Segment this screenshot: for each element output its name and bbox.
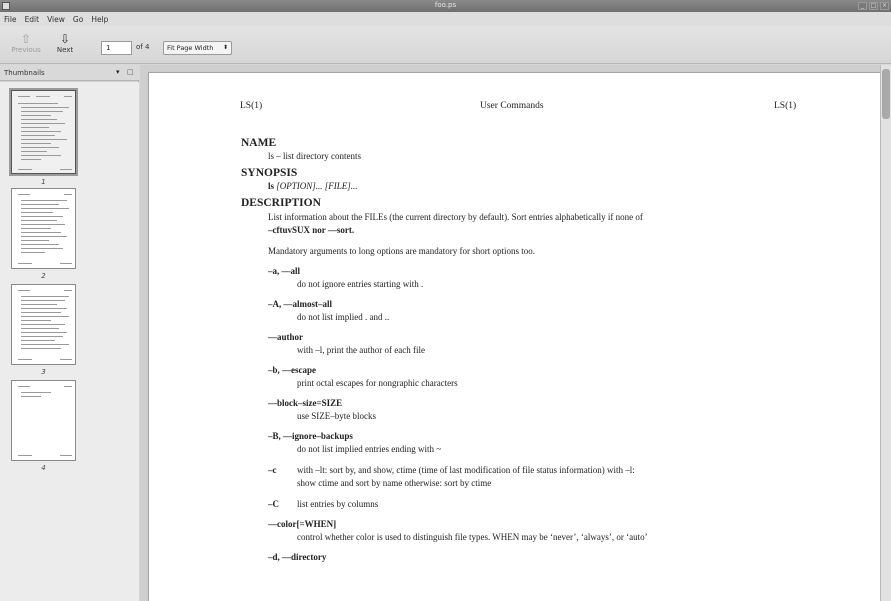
document-view[interactable]: LS(1) User Commands LS(1) NAME ls – list… [140, 65, 880, 601]
thumbnail-page-4[interactable] [11, 380, 76, 461]
option-C-flag: –C [268, 499, 279, 509]
option-c-flag: –c [268, 465, 277, 475]
updown-arrows-icon: ⬍ [222, 44, 228, 51]
thumbnail-page-2[interactable] [11, 188, 76, 269]
option-desc: do not list implied entries ending with … [297, 444, 442, 454]
menu-help[interactable]: Help [91, 15, 108, 24]
vertical-scrollbar[interactable] [880, 65, 891, 601]
zoom-value: Fit Page Width [167, 44, 214, 52]
thumbnail-label-1: 1 [41, 178, 46, 186]
option-color-flag: ––color[=WHEN] [268, 519, 337, 529]
thumbnail-list: 1 2 3 4 [0, 82, 139, 601]
option-flag: –b, ––escape [268, 365, 316, 375]
thumbnail-page-3[interactable] [11, 284, 76, 365]
sidebar-header: Thumbnails ▾ □ [0, 65, 139, 81]
description-line-2: –cftuvSUX nor ––sort. [268, 225, 355, 235]
document-page: LS(1) User Commands LS(1) NAME ls – list… [148, 72, 880, 601]
menu-file[interactable]: File [4, 15, 17, 24]
page-count-label: of 4 [136, 43, 150, 51]
sidebar-title: Thumbnails [4, 69, 45, 77]
synopsis-heading: SYNOPSIS [241, 167, 298, 179]
description-line-1: List information about the FILEs (the cu… [268, 212, 643, 222]
option-C-desc: list entries by columns [297, 499, 379, 509]
option-flag: –B, ––ignore–backups [268, 431, 353, 441]
synopsis-line: ls [OPTION]... [FILE]... [268, 181, 358, 192]
sidebar: Thumbnails ▾ □ 1 2 3 4 [0, 65, 139, 601]
description-heading: DESCRIPTION [241, 197, 321, 209]
previous-label: Previous [11, 46, 41, 54]
thumbnail-label-2: 2 [41, 272, 46, 280]
next-button[interactable]: ⇩ Next [47, 32, 83, 60]
option-d-flag: –d, ––directory [268, 552, 327, 562]
menu-go[interactable]: Go [73, 15, 83, 24]
option-c-line-2: show ctime and sort by name otherwise: s… [297, 478, 492, 488]
close-button[interactable]: × [880, 2, 889, 10]
menu-bar: File Edit View Go Help [0, 12, 891, 26]
sidebar-dropdown-icon[interactable]: ▾ [116, 68, 120, 76]
option-desc: do not ignore entries starting with . [297, 279, 424, 289]
thumbnail-label-3: 3 [41, 368, 46, 376]
synopsis-options: [OPTION]... [FILE]... [276, 181, 358, 191]
minimize-button[interactable]: _ [858, 2, 867, 10]
scrollbar-thumb[interactable] [882, 69, 890, 119]
document-viewer-window: foo.ps _ □ × File Edit View Go Help ⇧ Pr… [0, 0, 891, 601]
thumbnail-label-4: 4 [41, 464, 46, 472]
page-number-input[interactable]: 1 [101, 41, 132, 55]
option-desc: print octal escapes for nongraphic chara… [297, 378, 458, 388]
option-flag: –A, ––almost–all [268, 299, 332, 309]
arrow-down-icon: ⇩ [59, 32, 71, 46]
option-flag: ––author [268, 332, 304, 342]
option-desc: with –l, print the author of each file [297, 345, 425, 355]
option-desc: do not list implied . and .. [297, 312, 390, 322]
option-flag: –a, ––all [268, 266, 301, 276]
header-right: LS(1) [774, 101, 797, 111]
menu-view[interactable]: View [47, 15, 65, 24]
name-text: ls – list directory contents [268, 151, 361, 161]
option-desc: use SIZE–byte blocks [297, 411, 376, 421]
previous-button[interactable]: ⇧ Previous [8, 32, 44, 60]
window-title: foo.ps [434, 1, 457, 9]
option-flag: ––block–size=SIZE [268, 398, 343, 408]
toolbar: ⇧ Previous ⇩ Next 1 of 4 Fit Page Width … [0, 26, 891, 64]
title-bar: foo.ps _ □ × [0, 0, 891, 12]
sidebar-close-icon[interactable]: □ [127, 68, 134, 76]
maximize-button[interactable]: □ [869, 2, 878, 10]
arrow-up-icon: ⇧ [20, 32, 32, 46]
name-heading: NAME [241, 137, 277, 149]
header-left: LS(1) [240, 101, 263, 111]
description-paragraph-2: Mandatory arguments to long options are … [268, 246, 536, 256]
zoom-select[interactable]: Fit Page Width ⬍ [163, 41, 232, 55]
next-label: Next [56, 46, 74, 54]
synopsis-command: ls [268, 181, 275, 191]
menu-edit[interactable]: Edit [25, 15, 40, 24]
thumbnail-page-1[interactable] [11, 90, 76, 174]
option-c-line-1: with –lt: sort by, and show, ctime (time… [297, 465, 635, 475]
header-center: User Commands [480, 101, 544, 111]
option-color-desc: control whether color is used to disting… [297, 532, 648, 542]
